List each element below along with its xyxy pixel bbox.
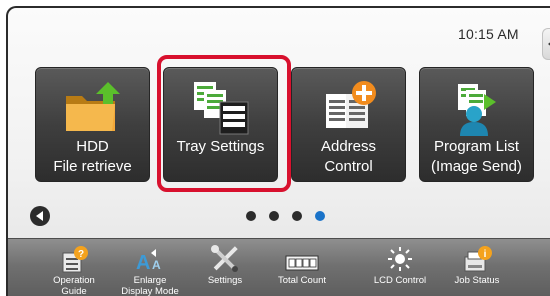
enlarge-display-icon: A A [115,243,185,273]
page-dot-4[interactable] [315,211,325,221]
bottom-toolbar: ? Operation Guide A A Enlarge Display Mo… [8,238,550,296]
tile-label: Address Control [320,138,377,175]
svg-text:i: i [484,249,487,260]
svg-text:?: ? [78,249,84,260]
home-screen: 10:15 AM HDD File retrieve Tray Settings… [6,6,550,296]
side-panel-toggle[interactable] [542,28,550,60]
tile-hdd-file-retrieve[interactable]: HDD File retrieve [35,67,150,182]
svg-text:A: A [152,258,161,272]
bottom-item-label: LCD Control [373,275,427,286]
address-control-icon [292,80,405,142]
enlarge-display-mode-button[interactable]: A A Enlarge Display Mode [115,243,185,296]
operation-guide-button[interactable]: ? Operation Guide [39,243,109,296]
arrow-left-icon [36,211,43,221]
operation-guide-icon: ? [39,243,109,273]
page-dot-2[interactable] [269,211,279,221]
tile-label: Tray Settings [176,138,265,155]
tile-label: Program List (Image Send) [431,138,522,175]
job-status-icon: i [442,243,512,273]
program-list-icon [420,80,533,142]
total-count-icon [267,243,337,273]
settings-button[interactable]: Settings [190,243,260,286]
bottom-item-label: Job Status [454,275,500,286]
tile-label: HDD File retrieve [53,138,132,175]
clock: 10:15 AM [458,26,519,42]
svg-text:A: A [136,252,150,273]
tray-settings-icon [164,80,277,142]
page-dot-1[interactable] [246,211,256,221]
tile-tray-settings[interactable]: Tray Settings [163,67,278,182]
bottom-item-label: Enlarge Display Mode [121,275,179,296]
hdd-folder-icon [36,80,149,142]
tile-program-list[interactable]: Program List (Image Send) [419,67,534,182]
tile-address-control[interactable]: Address Control [291,67,406,182]
page-dot-3[interactable] [292,211,302,221]
bottom-item-label: Operation Guide [53,275,95,296]
lcd-control-icon [365,243,435,273]
lcd-control-button[interactable]: LCD Control [365,243,435,286]
bottom-item-label: Total Count [277,275,327,286]
previous-page-button[interactable] [30,206,50,226]
job-status-button[interactable]: i Job Status [442,243,512,286]
settings-tools-icon [190,243,260,273]
page-indicator [246,211,325,221]
bottom-item-label: Settings [207,275,243,286]
total-count-button[interactable]: Total Count [267,243,337,286]
